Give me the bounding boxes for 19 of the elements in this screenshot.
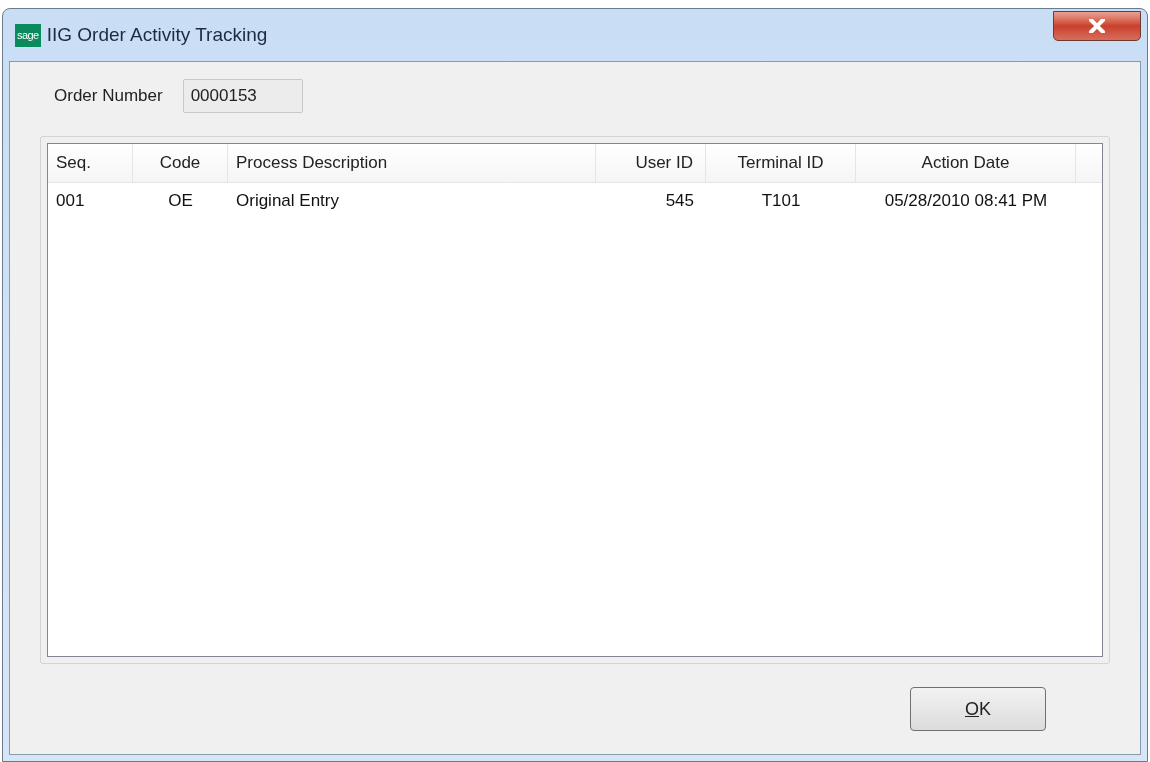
order-number-field[interactable]: 0000153 [182, 79, 303, 113]
table-cell-text: Original Entry [235, 190, 340, 213]
table-cell-text: 001 [55, 190, 86, 213]
table-cell-text: 05/28/2010 08:41 PM [883, 190, 1049, 213]
window-title: IIG Order Activity Tracking [46, 22, 268, 47]
order-number-label: Order Number [54, 85, 163, 108]
sage-logo: sage [15, 23, 41, 47]
close-icon [1089, 19, 1105, 33]
column-header[interactable]: Action Date [856, 144, 1076, 182]
table-cell-text: 545 [664, 190, 695, 213]
column-header[interactable]: Process Description [228, 144, 596, 182]
table-cell-text: OE [167, 190, 194, 213]
table-cell-text: T101 [760, 190, 802, 213]
ok-button[interactable]: OK [910, 687, 1046, 731]
column-header[interactable]: User ID [596, 144, 706, 182]
column-header[interactable]: Seq. [48, 144, 133, 182]
close-button[interactable] [1053, 11, 1141, 41]
column-header[interactable]: Code [133, 144, 228, 182]
column-header[interactable]: Terminal ID [706, 144, 856, 182]
